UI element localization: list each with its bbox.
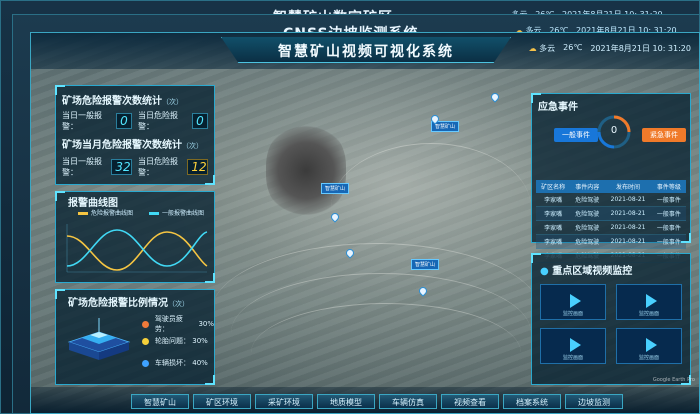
column-header: 事件等级 [651,180,686,193]
play-icon [646,294,657,308]
table-cell: 2021-08-21 [604,193,652,207]
table-row[interactable]: 李家嘴危险驾驶2021-08-21一般事件 [536,234,686,249]
table-cell: 一般事件 [651,220,686,235]
month-stats-title: 矿场当月危险报警次数统计（次） [62,140,203,151]
terrace-line [331,143,531,273]
ratio-3d-chart-icon [67,318,131,360]
page-title: 智慧矿山视频可视化系统 [278,44,454,60]
map-marker[interactable]: 智慧矿山 [411,259,440,270]
today-general-count: 0 [116,113,132,129]
video-monitor-panel: ● 重点区域视频监控 监控画面 监控画面 监控画面 监控画面 [531,253,691,385]
event-gauge-value: 0 [610,125,618,136]
map-marker[interactable]: 智慧矿山 [321,183,350,194]
table-cell: 危险驾驶 [570,193,605,207]
ratio-item: 车辆损坏： 40% [142,358,208,368]
play-icon [570,338,581,352]
table-cell: 一般事件 [651,234,686,249]
header-bar: 智慧矿山视频可视化系统 ☁ 多云 26℃ 2021年8月21日 10: 31:2… [31,33,699,69]
table-cell: 危险驾驶 [570,220,605,235]
emergency-title: 应急事件 [538,102,578,113]
weather-label: 多云 [539,44,556,53]
nav-item-mining-environment[interactable]: 采矿环境 [255,394,313,409]
danger-curve-line [66,231,208,271]
table-cell: 李家嘴 [536,206,571,221]
alarm-curve-panel: 报警曲线图 危险报警曲线图 一般报警曲线图 [55,191,215,283]
legend-swatch [78,212,88,215]
camera-icon: ● [540,266,549,277]
video-tile[interactable]: 监控画面 [616,284,682,320]
cloud-sun-icon: ☁ [528,44,537,53]
today-alarm-row: 当日一般报警： 0 当日危险报警： 0 [62,110,214,132]
table-cell: 2021-08-21 [604,234,652,249]
ratio-dot [142,359,149,367]
table-row[interactable]: 李家嘴危险驾驶2021-08-21一般事件 [536,206,686,221]
ratio-item: 轮胎问题： 30% [142,336,208,346]
bottom-nav: 智慧矿山 矿区环境 采矿环境 地质模型 车辆仿真 视频查看 档案系统 边坡监测 [31,387,699,413]
curve-title: 报警曲线图 [68,198,118,209]
nav-item-archive-system[interactable]: 档案系统 [503,394,561,409]
table-cell: 李家嘴 [536,234,571,249]
legend-swatch [149,212,160,215]
curve-legend: 危险报警曲线图 一般报警曲线图 [78,208,204,217]
nav-item-mine-environment[interactable]: 矿区环境 [193,394,251,409]
ratio-dot [142,337,149,345]
table-cell: 李家嘴 [536,193,571,207]
main-screen: 智慧矿山视频可视化系统 ☁ 多云 26℃ 2021年8月21日 10: 31:2… [30,32,700,414]
alarm-stats-title: 矿场危险报警次数统计（次） [62,96,183,107]
month-severe-count: 12 [187,159,208,175]
table-cell: 2021-08-21 [604,220,652,235]
emergency-panel: 应急事件 一般事件 紧急事件 0 矿区名称 事件内容 发布时间 事件等级 李家嘴… [531,93,691,263]
alarm-ratio-panel: 矿场危险报警比例情况（次） 驾驶员疲劳： 30% 轮胎问题： 30% 车辆损坏：… [55,289,215,385]
table-header-row: 矿区名称 事件内容 发布时间 事件等级 [536,180,686,193]
play-icon [646,338,657,352]
video-tile[interactable]: 监控画面 [540,328,606,364]
nav-item-video-view[interactable]: 视频查看 [441,394,499,409]
table-cell: 一般事件 [651,193,686,207]
month-general-count: 32 [111,159,132,175]
column-header: 矿区名称 [536,180,571,193]
play-icon [570,294,581,308]
table-row[interactable]: 李家嘴危险驾驶2021-08-21一般事件 [536,220,686,235]
emergency-table: 矿区名称 事件内容 发布时间 事件等级 李家嘴 危险驾驶 2021-08-21 一般事… [536,180,686,263]
ratio-item: 驾驶员疲劳： 30% [142,314,214,334]
table-row[interactable]: 李家嘴危险驾驶2021-08-21一般事件 [536,193,686,207]
ratio-dot [142,320,149,328]
alarm-stats-panel: 矿场危险报警次数统计（次） 当日一般报警： 0 当日危险报警： 0 矿场当月危险… [55,85,215,185]
column-header: 发布时间 [604,180,652,193]
month-alarm-row: 当日一般报警： 32 当日危险报警： 12 [62,157,208,177]
map-pin-icon[interactable] [489,91,501,103]
video-tile[interactable]: 监控画面 [616,328,682,364]
nav-item-smart-mine[interactable]: 智慧矿山 [131,394,189,409]
table-cell: 一般事件 [651,206,686,221]
today-severe-count: 0 [192,113,208,129]
temperature: 26℃ [563,43,583,52]
nav-item-vehicle-simulation[interactable]: 车辆仿真 [379,394,437,409]
alarm-curve-chart [66,224,208,273]
datetime: 2021年8月21日 10: 31:20 [590,44,691,53]
ratio-title: 矿场危险报警比例情况（次） [68,298,189,309]
table-cell: 李家嘴 [536,220,571,235]
urgent-event-button[interactable]: 紧急事件 [642,128,686,142]
map-watermark: Google Earth Pro [652,377,695,383]
table-cell: 2021-08-21 [604,206,652,221]
column-header: 事件内容 [570,180,605,193]
nav-item-geology-model[interactable]: 地质模型 [317,394,375,409]
table-cell: 危险驾驶 [570,206,605,221]
general-event-button[interactable]: 一般事件 [554,128,598,142]
weather-widget: ☁ 多云 26℃ 2021年8月21日 10: 31:20 [529,43,691,54]
table-cell: 危险驾驶 [570,234,605,249]
video-tile[interactable]: 监控画面 [540,284,606,320]
monitor-title: ● 重点区域视频监控 [540,266,633,277]
nav-item-slope-monitor[interactable]: 边坡监测 [565,394,623,409]
